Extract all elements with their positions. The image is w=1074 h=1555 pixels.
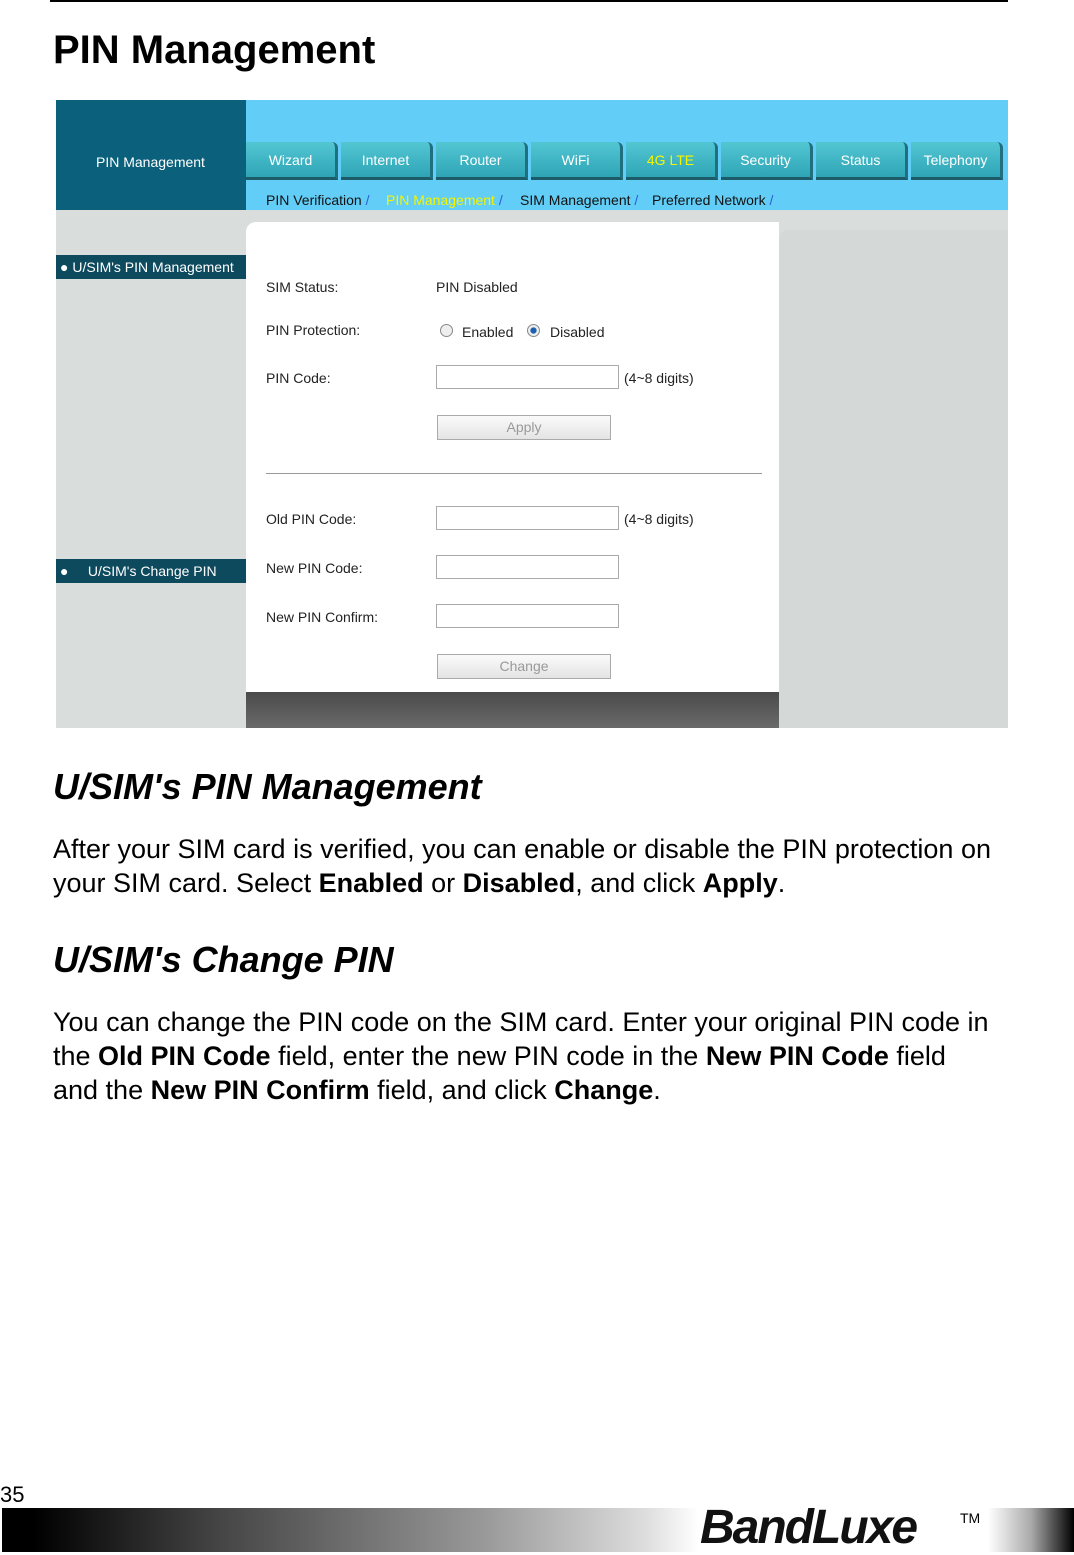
- right-panel: [779, 230, 1008, 728]
- pin-code-label: PIN Code:: [266, 370, 331, 386]
- old-pin-hint: (4~8 digits): [624, 511, 694, 527]
- router-ui-screenshot: PIN Management Wizard Internet Router WiFi 4…: [56, 100, 1008, 728]
- header-left: PIN Management: [56, 100, 246, 210]
- old-pin-input[interactable]: [436, 506, 619, 530]
- disabled-label: Disabled: [550, 324, 605, 340]
- page-title: PIN Management: [53, 28, 376, 72]
- subnav-pin-verification[interactable]: PIN Verification /: [266, 192, 370, 208]
- tab-telephony[interactable]: Telephony: [911, 142, 1003, 180]
- brand-logo: BandLuxe: [700, 1501, 918, 1554]
- disabled-radio[interactable]: [527, 324, 540, 337]
- subnav-pin-management[interactable]: PIN Management /: [386, 192, 503, 208]
- tab-wifi[interactable]: WiFi: [531, 142, 623, 180]
- header-title: PIN Management: [96, 154, 205, 170]
- top-rule: [50, 0, 1008, 2]
- footer-bar: [246, 692, 779, 728]
- old-pin-label: Old PIN Code:: [266, 511, 357, 527]
- sim-status-value: PIN Disabled: [436, 279, 518, 295]
- change-button[interactable]: Change: [437, 654, 611, 679]
- divider: [266, 473, 762, 474]
- enabled-label: Enabled: [462, 324, 514, 340]
- enabled-radio[interactable]: [440, 324, 453, 337]
- tab-4g-lte[interactable]: 4G LTE: [626, 142, 718, 180]
- section-heading-pin-management: U/SIM's PIN Management: [53, 766, 482, 807]
- new-pin-confirm-input[interactable]: [436, 604, 619, 628]
- trademark: TM: [960, 1510, 981, 1526]
- pin-hint: (4~8 digits): [624, 370, 694, 386]
- pin-code-input[interactable]: [436, 365, 619, 389]
- tab-wizard[interactable]: Wizard: [246, 142, 338, 180]
- section-text-change-pin: You can change the PIN code on the SIM c…: [53, 1007, 989, 1105]
- new-pin-input[interactable]: [436, 555, 619, 579]
- new-pin-confirm-label: New PIN Confirm:: [266, 609, 379, 625]
- sim-status-label: SIM Status:: [266, 279, 339, 295]
- apply-button[interactable]: Apply: [437, 415, 611, 440]
- sidebar-item-change-pin[interactable]: ● U/SIM's Change PIN: [56, 559, 246, 583]
- tab-security[interactable]: Security: [721, 142, 813, 180]
- section-text-pin-management: After your SIM card is verified, you can…: [53, 834, 991, 898]
- tab-internet[interactable]: Internet: [341, 142, 433, 180]
- sidebar-item-pin-management[interactable]: ● U/SIM's PIN Management: [56, 255, 246, 279]
- new-pin-label: New PIN Code:: [266, 560, 363, 576]
- subnav-sim-management[interactable]: SIM Management /: [520, 192, 638, 208]
- subnav-preferred-network[interactable]: Preferred Network /: [652, 192, 773, 208]
- pin-protection-label: PIN Protection:: [266, 322, 361, 338]
- page-number: 35: [0, 1482, 25, 1507]
- tab-router[interactable]: Router: [436, 142, 528, 180]
- tab-status[interactable]: Status: [816, 142, 908, 180]
- section-heading-change-pin: U/SIM's Change PIN: [53, 939, 394, 980]
